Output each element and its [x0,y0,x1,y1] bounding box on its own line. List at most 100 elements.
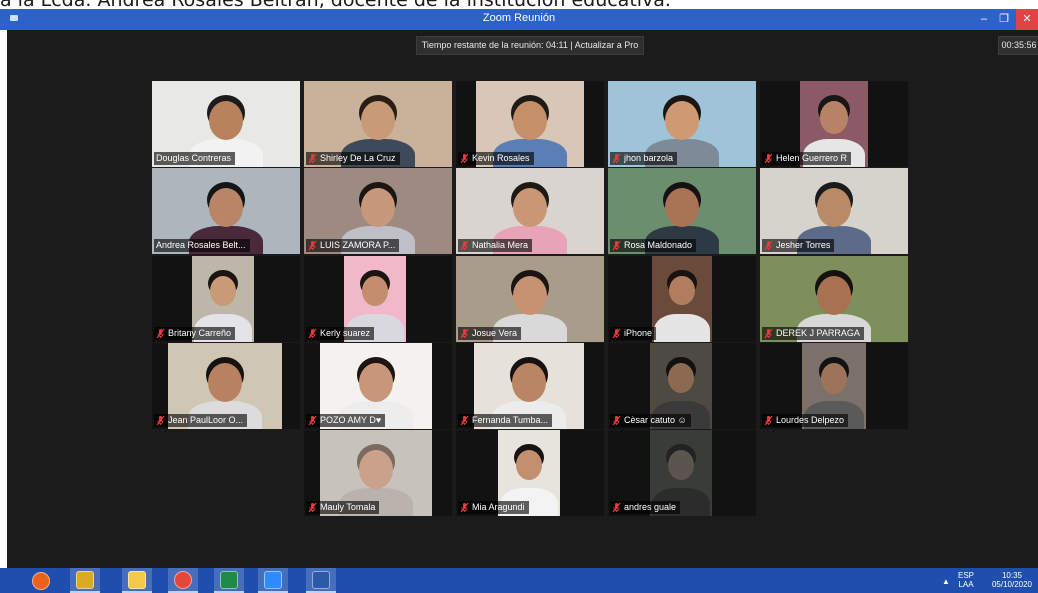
person-face [669,276,695,305]
participant-name-tag: Fernanda Tumba... [458,414,553,427]
participant-tile[interactable]: Mia Aragundi [456,430,604,516]
close-button[interactable]: ✕ [1016,9,1038,30]
participant-tile[interactable]: Jean PaulLoor O... [152,343,300,429]
window-titlebar[interactable]: Zoom Reunión – ❐ ✕ [0,9,1038,30]
participant-tile[interactable]: Rosa Maldonado [608,168,756,254]
participant-name-tag: POZO AMY D♥ [306,414,386,427]
participant-tile[interactable]: Mauly Tomala [304,430,452,516]
participant-tile[interactable]: Kerly suarez [304,256,452,342]
window-title: Zoom Reunión [482,12,556,24]
person-face [667,450,694,480]
language-indicator[interactable]: ESP LAA [956,571,976,589]
participant-tile[interactable]: iPhone [608,256,756,342]
muted-mic-icon [764,153,773,164]
participant-name-tag: Jean PaulLoor O... [154,414,248,427]
taskbar-app[interactable] [70,568,100,593]
person-face [209,276,236,306]
participant-tile[interactable]: LUIS ZAMORA P... [304,168,452,254]
taskbar-app[interactable] [214,568,244,593]
taskbar-app[interactable] [258,568,288,593]
participant-name-tag: Jesher Torres [762,239,835,252]
participant-name: Cèsar catuto ☺ [624,415,687,425]
person-face [209,188,243,228]
participant-tile[interactable]: POZO AMY D♥ [304,343,452,429]
person-face [359,450,393,490]
taskbar-app[interactable] [168,568,198,593]
muted-mic-icon [460,502,469,513]
participant-name: Kerly suarez [320,328,371,338]
chrome-icon [174,570,192,589]
minimize-button[interactable]: – [974,9,994,30]
participant-name: Britany Carreño [168,328,232,338]
participant-name-tag: Britany Carreño [154,327,236,340]
participant-name: Helen Guerrero R [776,153,848,163]
participant-tile[interactable]: Jesher Torres [760,168,908,254]
participant-name: Shirley De La Cruz [320,153,396,163]
tools-icon [76,570,94,589]
muted-mic-icon [156,415,165,426]
participant-tile[interactable]: jhon barzola [608,81,756,167]
participant-name-tag: iPhone [610,327,657,340]
excel-icon [220,570,238,589]
participant-name: LUIS ZAMORA P... [320,240,396,250]
clock[interactable]: 10:35 05/10/2020 [990,571,1034,589]
person-face [512,363,546,403]
taskbar-app[interactable] [26,568,56,593]
participant-name-tag: Helen Guerrero R [762,152,852,165]
taskbar-app[interactable] [306,568,336,593]
participant-video [652,256,712,342]
muted-mic-icon [612,415,621,426]
tray-chevron-icon[interactable]: ▲ [942,577,950,586]
participant-name-tag: Shirley De La Cruz [306,152,400,165]
muted-mic-icon [612,328,621,339]
participant-tile[interactable]: Fernanda Tumba... [456,343,604,429]
participant-name: andres guale [624,502,677,512]
muted-mic-icon [460,240,469,251]
participant-tile[interactable]: Shirley De La Cruz [304,81,452,167]
muted-mic-icon [612,153,621,164]
participant-name: Rosa Maldonado [624,240,693,250]
participant-tile[interactable]: Josue Vera [456,256,604,342]
language-code: ESP [957,571,974,580]
participant-name: Mia Aragundi [472,502,525,512]
participant-name: Andrea Rosales Belt... [156,240,246,250]
participant-tile[interactable]: Nathalia Mera [456,168,604,254]
person-face [820,363,848,394]
muted-mic-icon [308,240,317,251]
muted-mic-icon [460,153,469,164]
participant-name: jhon barzola [624,153,674,163]
muted-mic-icon [612,502,621,513]
person-face [361,101,395,141]
participant-name: Douglas Contreras [156,153,232,163]
participant-name-tag: Rosa Maldonado [610,239,697,252]
participant-name-tag: LUIS ZAMORA P... [306,239,400,252]
person-face [208,363,242,403]
time-remaining-notice[interactable]: Tiempo restante de la reunión: 04:11 | A… [416,36,644,55]
person-face [361,188,395,228]
participant-name: Kevin Rosales [472,153,530,163]
participant-tile[interactable]: Lourdes Delpezo [760,343,908,429]
participant-name: Lourdes Delpezo [776,415,845,425]
participant-tile[interactable]: Kevin Rosales [456,81,604,167]
participant-name-tag: andres guale [610,501,681,514]
participant-name-tag: Mauly Tomala [306,501,380,514]
zoom-icon [264,570,282,589]
clock-time: 10:35 [1001,571,1023,580]
taskbar-app[interactable] [122,568,152,593]
muted-mic-icon [460,415,469,426]
person-face [513,188,547,228]
muted-mic-icon [764,415,773,426]
person-face [665,188,699,228]
participant-tile[interactable]: Douglas Contreras [152,81,300,167]
participant-tile[interactable]: Andrea Rosales Belt... [152,168,300,254]
participant-tile[interactable]: DEREK J PARRAGA [760,256,908,342]
muted-mic-icon [308,502,317,513]
word-icon [312,570,330,589]
participant-tile[interactable]: Britany Carreño [152,256,300,342]
participant-tile[interactable]: Helen Guerrero R [760,81,908,167]
participant-tile[interactable]: Cèsar catuto ☺ [608,343,756,429]
person-face [513,101,547,141]
maximize-button[interactable]: ❐ [994,9,1014,30]
person-face [209,101,243,141]
participant-tile[interactable]: andres guale [608,430,756,516]
